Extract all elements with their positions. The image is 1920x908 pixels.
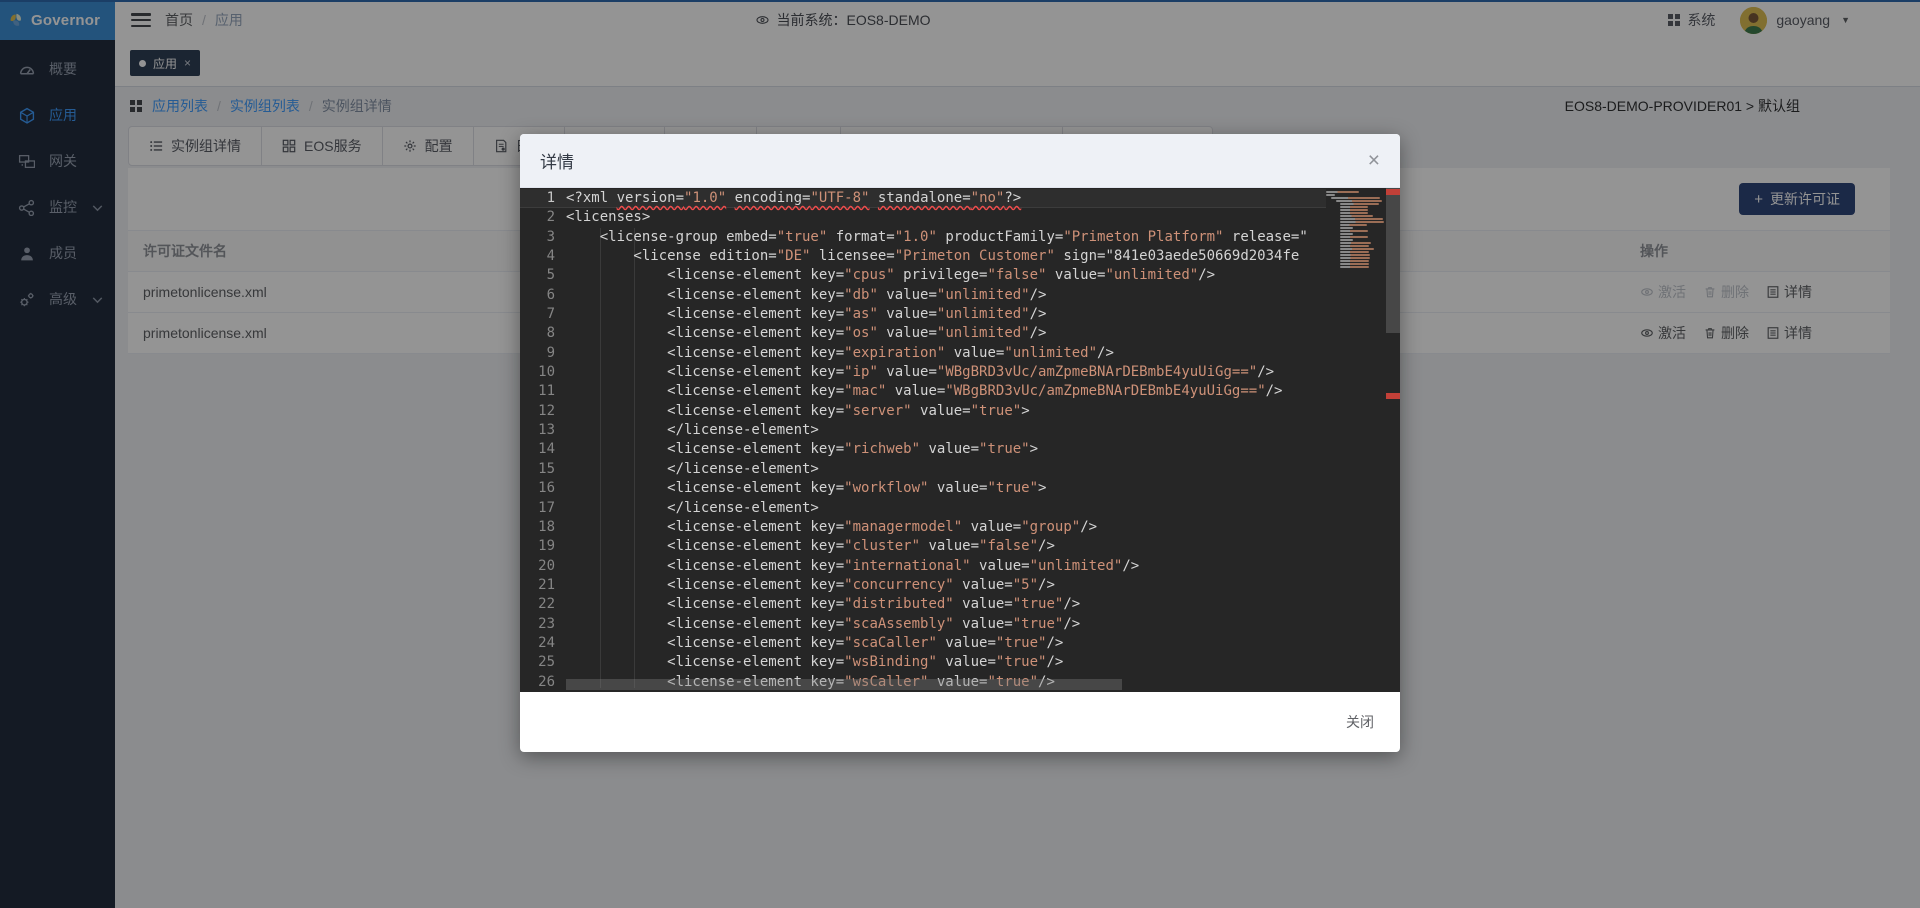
minimap-line	[1340, 212, 1368, 214]
code-line: 10 <license-element key="ip" value="WBgB…	[520, 363, 1326, 382]
line-number: 14	[525, 440, 555, 459]
line-number: 21	[525, 576, 555, 595]
minimap-line	[1340, 254, 1370, 256]
line-number: 2	[525, 208, 555, 227]
detail-modal: 详情 × 1<?xml version="1.0" encoding="UTF-…	[520, 134, 1400, 752]
code-editor[interactable]: 1<?xml version="1.0" encoding="UTF-8" st…	[520, 188, 1400, 692]
code-line: 6 <license-element key="db" value="unlim…	[520, 286, 1326, 305]
line-number: 18	[525, 518, 555, 537]
modal-header: 详情 ×	[520, 134, 1400, 188]
line-number: 23	[525, 615, 555, 634]
line-number: 16	[525, 479, 555, 498]
minimap-line	[1340, 221, 1383, 223]
code-lines: 1<?xml version="1.0" encoding="UTF-8" st…	[520, 188, 1326, 692]
code-line: 1<?xml version="1.0" encoding="UTF-8" st…	[520, 189, 1326, 208]
minimap-line	[1340, 266, 1368, 268]
line-number: 13	[525, 421, 555, 440]
code-line: 11 <license-element key="mac" value="WBg…	[520, 382, 1326, 401]
line-number: 6	[525, 286, 555, 305]
line-number: 24	[525, 634, 555, 653]
line-number: 19	[525, 537, 555, 556]
minimap[interactable]	[1326, 191, 1386, 269]
line-number: 9	[525, 344, 555, 363]
error-marker	[1386, 189, 1400, 195]
code-line: 7 <license-element key="as" value="unlim…	[520, 305, 1326, 324]
line-number: 11	[525, 382, 555, 401]
minimap-line	[1331, 197, 1380, 199]
minimap-line	[1336, 200, 1382, 202]
code-line: 22 <license-element key="distributed" va…	[520, 595, 1326, 614]
minimap-line	[1340, 251, 1368, 253]
vertical-scrollbar-thumb[interactable]	[1386, 188, 1400, 333]
line-number: 22	[525, 595, 555, 614]
minimap-line	[1326, 191, 1359, 193]
code-line: 25 <license-element key="wsBinding" valu…	[520, 653, 1326, 672]
minimap-line	[1340, 206, 1368, 208]
minimap-line	[1340, 203, 1379, 205]
line-number: 1	[525, 189, 555, 208]
minimap-line	[1340, 260, 1369, 262]
code-line: 9 <license-element key="expiration" valu…	[520, 344, 1326, 363]
modal-title: 详情	[540, 148, 574, 173]
minimap-line	[1340, 242, 1371, 244]
minimap-line	[1340, 215, 1372, 217]
code-line: 14 <license-element key="richweb" value=…	[520, 440, 1326, 459]
line-number: 26	[525, 673, 555, 692]
minimap-line	[1340, 263, 1369, 265]
minimap-line	[1340, 224, 1367, 226]
modal-footer: 关闭	[520, 692, 1400, 752]
line-number: 8	[525, 324, 555, 343]
code-line: 16 <license-element key="workflow" value…	[520, 479, 1326, 498]
code-line: 12 <license-element key="server" value="…	[520, 402, 1326, 421]
line-number: 20	[525, 557, 555, 576]
code-line: 8 <license-element key="os" value="unlim…	[520, 324, 1326, 343]
code-line: 18 <license-element key="managermodel" v…	[520, 518, 1326, 537]
code-line: 15 </license-element>	[520, 460, 1326, 479]
minimap-line	[1340, 230, 1367, 232]
minimap-line	[1326, 194, 1335, 196]
code-line: 21 <license-element key="concurrency" va…	[520, 576, 1326, 595]
code-line: 24 <license-element key="scaCaller" valu…	[520, 634, 1326, 653]
horizontal-scrollbar-thumb[interactable]	[566, 679, 1122, 690]
line-number: 10	[525, 363, 555, 382]
code-line: 17 </license-element>	[520, 499, 1326, 518]
minimap-line	[1340, 245, 1368, 247]
close-button[interactable]: 关闭	[1346, 712, 1374, 732]
code-line: 2<licenses>	[520, 208, 1326, 227]
code-line: 23 <license-element key="scaAssembly" va…	[520, 615, 1326, 634]
code-line: 13 </license-element>	[520, 421, 1326, 440]
line-number: 3	[525, 228, 555, 247]
minimap-line	[1340, 218, 1383, 220]
code-line: 4 <license edition="DE" licensee="Primet…	[520, 247, 1326, 266]
line-number: 5	[525, 266, 555, 285]
line-number: 15	[525, 460, 555, 479]
minimap-line	[1340, 248, 1374, 250]
code-line: 5 <license-element key="cpus" privilege=…	[520, 266, 1326, 285]
code-line: 20 <license-element key="international" …	[520, 557, 1326, 576]
close-icon[interactable]: ×	[1368, 150, 1380, 171]
code-line: 19 <license-element key="cluster" value=…	[520, 537, 1326, 556]
line-number: 12	[525, 402, 555, 421]
line-number: 17	[525, 499, 555, 518]
minimap-line	[1340, 227, 1353, 229]
code-line: 3 <license-group embed="true" format="1.…	[520, 228, 1326, 247]
minimap-line	[1340, 257, 1370, 259]
line-number: 7	[525, 305, 555, 324]
minimap-line	[1340, 209, 1368, 211]
error-marker	[1386, 393, 1400, 399]
line-number: 4	[525, 247, 555, 266]
line-number: 25	[525, 653, 555, 672]
minimap-line	[1340, 233, 1353, 235]
minimap-line	[1340, 236, 1368, 238]
minimap-line	[1340, 239, 1353, 241]
